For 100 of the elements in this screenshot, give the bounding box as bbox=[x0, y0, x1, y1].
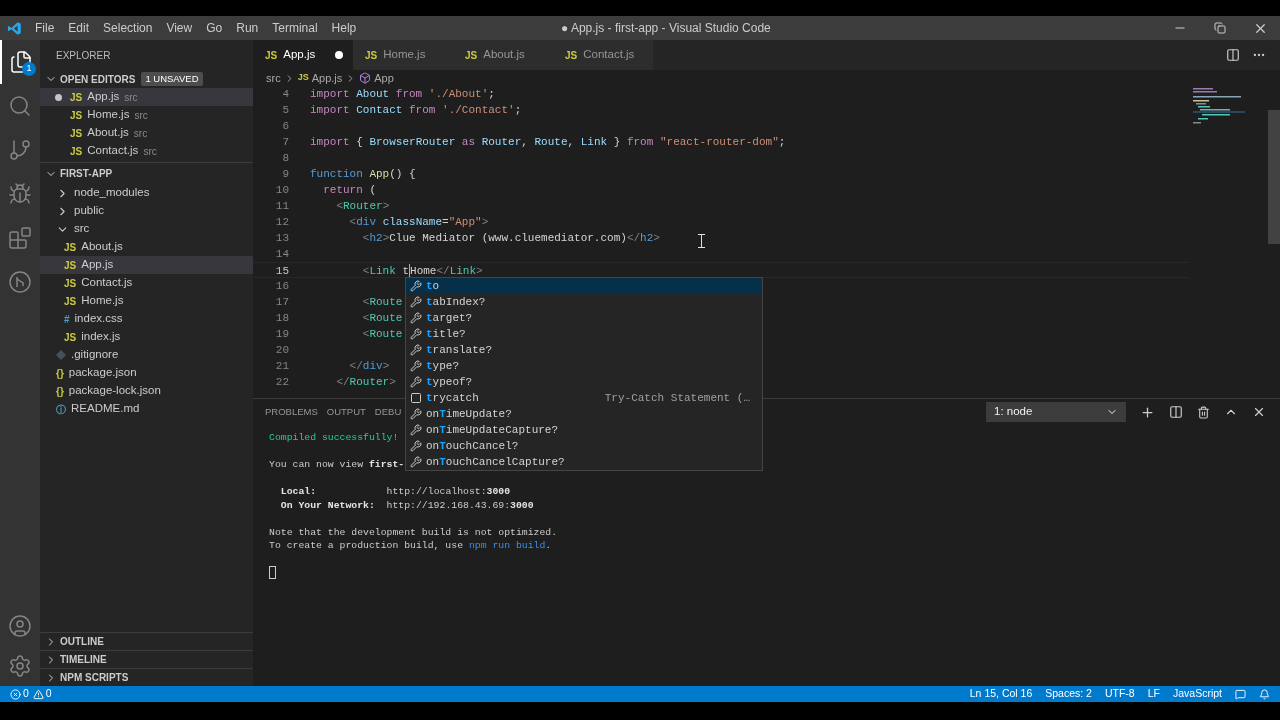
folder-item[interactable]: public bbox=[40, 202, 253, 220]
terminal-cursor-icon bbox=[269, 566, 276, 579]
code-line: <Route bbox=[361, 295, 403, 310]
wrench-icon bbox=[410, 360, 422, 372]
split-terminal-icon[interactable] bbox=[1169, 405, 1183, 419]
suggestion-item[interactable]: onTimeUpdate? bbox=[406, 406, 762, 422]
status-item[interactable]: JavaScript bbox=[1172, 686, 1222, 702]
breadcrumb-item[interactable]: App bbox=[374, 69, 394, 87]
line-number: 7 bbox=[281, 135, 289, 150]
status-item[interactable]: Ln 15, Col 16 bbox=[969, 686, 1033, 702]
code-line: <Route bbox=[361, 327, 403, 342]
panel-tab[interactable]: OUTPUT bbox=[326, 404, 366, 420]
explorer-item[interactable]: JS index.js bbox=[40, 328, 253, 346]
explorer-item[interactable]: JS Home.js bbox=[40, 292, 253, 310]
error-count[interactable]: 0 bbox=[23, 686, 29, 702]
code-line: function App() { bbox=[310, 167, 416, 182]
status-item[interactable]: UTF-8 bbox=[1104, 686, 1135, 702]
breadcrumb-item[interactable]: src bbox=[266, 69, 281, 87]
menu-item[interactable]: Selection bbox=[96, 19, 160, 37]
explorer-item[interactable]: JS App.js bbox=[40, 256, 253, 274]
trash-icon[interactable] bbox=[1197, 405, 1210, 419]
suggestion-item[interactable]: type? bbox=[406, 358, 762, 374]
file-type-icon: JS bbox=[64, 257, 77, 273]
suggestion-item[interactable]: title? bbox=[406, 326, 762, 342]
open-editor-item[interactable]: JS App.js src bbox=[40, 88, 253, 106]
menu-item[interactable]: File bbox=[28, 19, 62, 37]
code-line: <Router> bbox=[335, 199, 390, 214]
suggestion-item[interactable]: target? bbox=[406, 310, 762, 326]
menu-item[interactable]: View bbox=[159, 19, 200, 37]
split-editor-icon[interactable] bbox=[1226, 48, 1240, 62]
section-header[interactable]: NPM SCRIPTS bbox=[60, 670, 129, 685]
menu-item[interactable]: Edit bbox=[61, 19, 97, 37]
panel-tab[interactable]: PROBLEMS bbox=[265, 404, 318, 420]
explorer-item[interactable]: ⓘ README.md bbox=[40, 400, 253, 418]
restore-icon bbox=[1214, 22, 1226, 34]
warning-icon bbox=[32, 688, 44, 700]
open-editor-item[interactable]: JS Home.js src bbox=[40, 106, 253, 124]
explorer-item[interactable]: # index.css bbox=[40, 310, 253, 328]
folder-item[interactable]: src bbox=[40, 220, 253, 238]
section-header[interactable]: TIMELINE bbox=[60, 652, 107, 667]
section-header[interactable]: OUTLINE bbox=[60, 634, 104, 649]
code-line: </div> bbox=[348, 359, 390, 374]
wrench-icon bbox=[410, 408, 422, 420]
breadcrumb-item[interactable]: App.js bbox=[311, 69, 343, 87]
file-type-icon: {} bbox=[56, 383, 64, 399]
extensions-icon bbox=[8, 226, 32, 250]
explorer-item[interactable]: JS About.js bbox=[40, 238, 253, 256]
file-type-icon: JS bbox=[70, 143, 83, 159]
bell-icon[interactable] bbox=[1259, 688, 1270, 700]
branch-icon bbox=[8, 138, 32, 162]
file-type-icon: JS bbox=[70, 125, 83, 141]
menu-item[interactable]: Run bbox=[229, 19, 266, 37]
terminal-select[interactable]: 1: node bbox=[986, 402, 1126, 422]
code-line: <div className="App"> bbox=[348, 215, 489, 230]
line-number: 5 bbox=[281, 103, 289, 118]
open-editor-item[interactable]: JS About.js src bbox=[40, 124, 253, 142]
menu-item[interactable]: Terminal bbox=[265, 19, 325, 37]
warning-count[interactable]: 0 bbox=[45, 686, 52, 702]
explorer-item[interactable]: JS Contact.js bbox=[40, 274, 253, 292]
code-line: import { BrowserRouter as Router, Route, Link } from "react-router-dom"; bbox=[310, 135, 786, 150]
editor-tab[interactable]: JS About.js bbox=[453, 40, 553, 70]
line-number: 19 bbox=[274, 327, 289, 342]
suggestion-item[interactable]: onTouchCancelCapture? bbox=[406, 454, 762, 470]
editor-tab[interactable]: JS Home.js bbox=[353, 40, 453, 70]
editor-tab[interactable]: JS Contact.js bbox=[553, 40, 653, 70]
open-editor-item[interactable]: JS Contact.js src bbox=[40, 142, 253, 160]
terminal-line: Local: http://localhost:3000 bbox=[279, 485, 511, 499]
menu-item[interactable]: Go bbox=[199, 19, 230, 37]
line-number: 22 bbox=[274, 375, 289, 390]
status-item[interactable]: Spaces: 2 bbox=[1045, 686, 1092, 702]
section-header[interactable]: FIRST-APP bbox=[60, 166, 113, 181]
feedback-icon[interactable] bbox=[1235, 688, 1246, 700]
section-header[interactable]: OPEN EDITORS bbox=[60, 71, 136, 87]
suggestion-item[interactable]: trycatch Try-Catch Statement (… bbox=[406, 390, 762, 406]
editor-tab[interactable]: JS App.js bbox=[253, 40, 353, 70]
panel-tab[interactable]: DEBU bbox=[374, 404, 402, 420]
suggestion-item[interactable]: translate? bbox=[406, 342, 762, 358]
line-number: 18 bbox=[274, 311, 289, 326]
wrench-icon bbox=[410, 424, 422, 436]
explorer-item[interactable]: {} package.json bbox=[40, 364, 253, 382]
file-type-icon: JS bbox=[70, 89, 83, 105]
suggestion-item[interactable]: onTimeUpdateCapture? bbox=[406, 422, 762, 438]
explorer-item[interactable]: .gitignore bbox=[40, 346, 253, 364]
settings-icon bbox=[8, 654, 32, 678]
suggestion-item[interactable]: tabIndex? bbox=[406, 294, 762, 310]
folder-item[interactable]: node_modules bbox=[40, 184, 253, 202]
circle-branch-icon bbox=[8, 270, 32, 294]
add-icon[interactable] bbox=[1140, 404, 1155, 420]
terminal-line: Compiled successfully! bbox=[269, 431, 399, 445]
status-item[interactable]: LF bbox=[1147, 686, 1160, 702]
menu-item[interactable]: Help bbox=[324, 19, 364, 37]
wrench-icon bbox=[410, 280, 422, 292]
explorer-item[interactable]: {} package-lock.json bbox=[40, 382, 253, 400]
close-icon[interactable] bbox=[1252, 405, 1266, 419]
suggestion-item[interactable]: onTouchCancel? bbox=[406, 438, 762, 454]
suggestion-item[interactable]: typeof? bbox=[406, 374, 762, 390]
code-line: <Link t Home</Link> bbox=[361, 263, 483, 277]
suggestion-item[interactable]: to bbox=[406, 278, 762, 294]
line-number: 6 bbox=[281, 119, 289, 134]
file-type-icon: JS bbox=[297, 71, 309, 85]
